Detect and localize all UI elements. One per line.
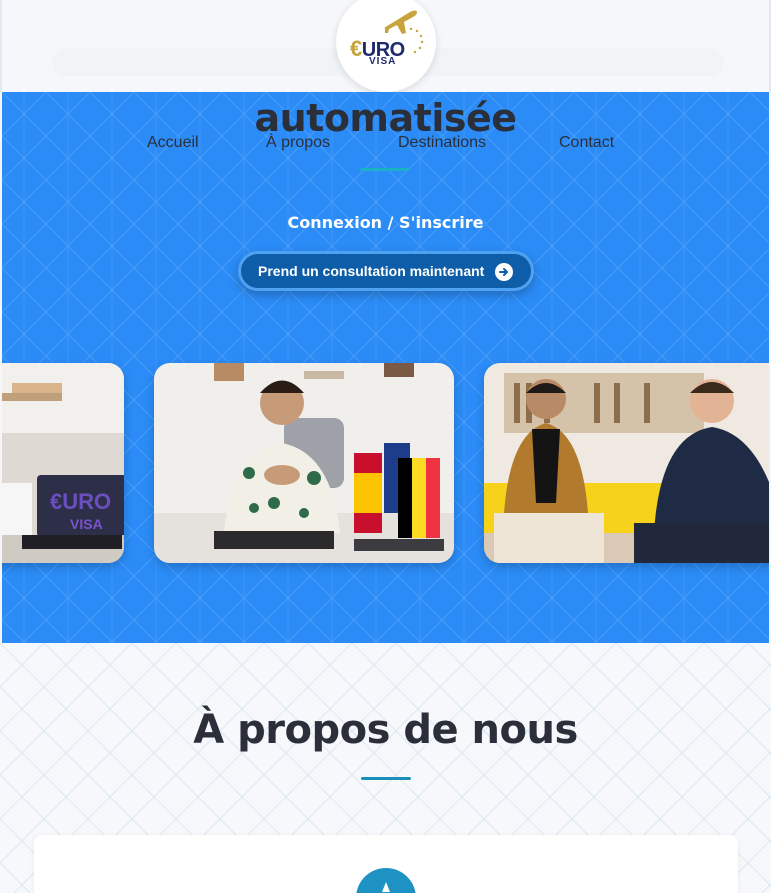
video-logo-sub: VISA [70,516,103,532]
about-title: À propos de nous [193,707,578,753]
login-register-link[interactable]: Connexion / S'inscrire [2,213,769,232]
video-thumbnail-3[interactable] [484,363,769,563]
about-section: À propos de nous [0,643,771,893]
about-title-underline [361,777,411,780]
consultation-button[interactable]: Prend un consultation maintenant [238,251,534,291]
logo-visa-text: VISA [369,56,397,67]
nav-a-propos[interactable]: À propos [266,134,330,152]
nav-contact[interactable]: Contact [559,134,614,152]
nav-destinations[interactable]: Destinations [398,134,486,152]
hero-section: automatisée Accueil À propos Destination… [2,92,769,643]
video-thumbnail-1[interactable]: €URO VISA [2,363,124,563]
video-logo-text: €URO [50,489,111,514]
about-badge-icon [356,868,416,893]
arrow-right-icon [495,263,513,281]
consultation-button-label: Prend un consultation maintenant [258,263,485,279]
video-thumbnail-2[interactable] [154,363,454,563]
main-nav: Accueil À propos Destinations Contact [2,134,769,154]
nav-accueil[interactable]: Accueil [147,134,199,152]
hero-title-underline [360,168,410,171]
about-card [34,835,738,893]
